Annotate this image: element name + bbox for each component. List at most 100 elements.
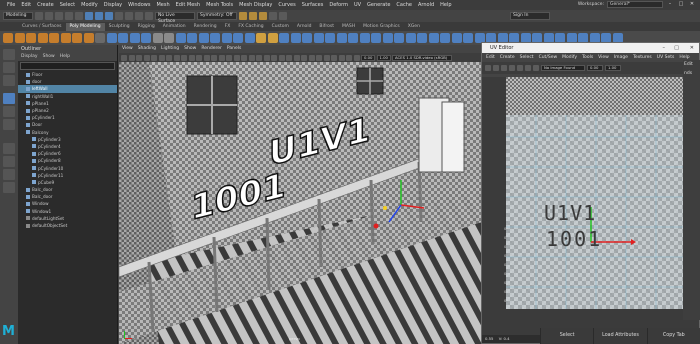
- shelf-tool-icon[interactable]: [371, 33, 381, 43]
- shelf-tool-icon[interactable]: [198, 33, 209, 43]
- menu-display[interactable]: Display: [101, 2, 125, 8]
- uv-texture-icon[interactable]: [525, 65, 531, 71]
- shelf-tool-icon[interactable]: [244, 33, 255, 43]
- uv-value-a[interactable]: 0.00: [587, 65, 603, 71]
- viewport-tool-icon[interactable]: [166, 54, 172, 61]
- shelf-tool-icon[interactable]: [60, 33, 71, 43]
- uv-menu-tools[interactable]: Tools: [582, 53, 593, 62]
- menu-curves[interactable]: Curves: [275, 2, 298, 8]
- shelf-tool-icon[interactable]: [164, 33, 174, 43]
- select-component-icon[interactable]: [105, 12, 113, 20]
- menu-generate[interactable]: Generate: [364, 2, 393, 8]
- outliner-item[interactable]: pCylinder6: [18, 150, 117, 157]
- viewport-tool-icon[interactable]: [248, 54, 255, 61]
- shelf-tool-icon[interactable]: [175, 33, 186, 43]
- viewport-tool-icon[interactable]: [151, 54, 157, 61]
- viewport-tool-icon[interactable]: [241, 54, 247, 61]
- uv-menu-modify[interactable]: Modify: [562, 53, 577, 62]
- sign-in-button[interactable]: Sign In: [510, 12, 550, 20]
- select-tool-icon[interactable]: [3, 49, 15, 60]
- outliner-item[interactable]: pCylinder1: [18, 114, 117, 121]
- viewport-tool-icon[interactable]: [128, 54, 135, 61]
- viewport-menu-renderer[interactable]: Renderer: [201, 45, 222, 53]
- shelf-tab-poly-modeling[interactable]: Poly Modeling: [65, 23, 105, 31]
- outliner-item[interactable]: defaultObjectSet: [18, 222, 117, 229]
- shelf-tool-icon[interactable]: [152, 33, 163, 43]
- paint-select-icon[interactable]: [3, 75, 15, 86]
- menu-arnold[interactable]: Arnold: [415, 2, 437, 8]
- outliner-item[interactable]: pCylinder10: [18, 164, 117, 171]
- shelf-tool-icon[interactable]: [233, 33, 243, 43]
- shelf-tool-icon[interactable]: [83, 33, 94, 43]
- viewport-tool-icon[interactable]: [218, 54, 225, 61]
- outliner-item[interactable]: pCylinder3: [18, 136, 117, 143]
- uv-close-icon[interactable]: ✕: [690, 43, 694, 53]
- uv-menu-select[interactable]: Select: [520, 53, 534, 62]
- colorspace-dropdown[interactable]: ACES 1.0 SDR-video (sRGB): [392, 54, 452, 61]
- shelf-tool-icon[interactable]: [279, 33, 289, 43]
- shelf-tool-icon[interactable]: [336, 33, 347, 43]
- shelf-tab-motion-graphics[interactable]: Motion Graphics: [359, 23, 404, 31]
- viewport-tool-icon[interactable]: [308, 54, 315, 61]
- gamma-field[interactable]: 1.00: [376, 54, 391, 61]
- shelf-tab-curves-surfaces[interactable]: Curves / Surfaces: [18, 23, 66, 31]
- uv-menu-textures[interactable]: Textures: [633, 53, 652, 62]
- render-settings-icon[interactable]: [259, 12, 267, 20]
- viewport-tool-icon[interactable]: [121, 54, 127, 61]
- uv-grid-icon[interactable]: [517, 65, 523, 71]
- viewport-tool-icon[interactable]: [293, 54, 300, 61]
- viewport-tool-icon[interactable]: [286, 54, 292, 61]
- shelf-tab-fx[interactable]: FX: [221, 23, 235, 31]
- shelf-tool-icon[interactable]: [106, 33, 117, 43]
- viewport-tool-icon[interactable]: [263, 54, 270, 61]
- shelf-tool-icon[interactable]: [440, 33, 450, 43]
- snap-point-icon[interactable]: [135, 12, 143, 20]
- redo-icon[interactable]: [75, 12, 83, 20]
- close-icon[interactable]: ✕: [688, 1, 696, 8]
- viewport-tool-icon[interactable]: [338, 54, 345, 61]
- shelf-tool-icon[interactable]: [302, 33, 312, 43]
- viewport-tool-icon[interactable]: [316, 54, 322, 61]
- uv-menu-edit[interactable]: Edit: [486, 53, 495, 62]
- shelf-tool-icon[interactable]: [3, 33, 13, 43]
- shelf-tool-icon[interactable]: [417, 33, 427, 43]
- outliner-menu-display[interactable]: Display: [21, 53, 38, 61]
- outliner-item[interactable]: Window: [18, 200, 117, 207]
- viewport-tool-icon[interactable]: [278, 54, 285, 61]
- shelf-tab-custom[interactable]: Custom: [268, 23, 293, 31]
- uv-minimize-icon[interactable]: –: [663, 43, 666, 53]
- menu-edit[interactable]: Edit: [18, 2, 34, 8]
- shelf-tool-icon[interactable]: [14, 33, 25, 43]
- load-attributes-button[interactable]: Load Attributes: [593, 328, 646, 344]
- maximize-icon[interactable]: □: [677, 1, 685, 8]
- viewport-tool-icon[interactable]: [233, 54, 240, 61]
- viewport-tool-icon[interactable]: [331, 54, 337, 61]
- shelf-tool-icon[interactable]: [451, 33, 462, 43]
- outliner-item[interactable]: pCube9: [18, 179, 117, 186]
- shelf-tool-icon[interactable]: [221, 33, 232, 43]
- shelf-tool-icon[interactable]: [394, 33, 404, 43]
- outliner-item[interactable]: Window1: [18, 208, 117, 215]
- shelf-tool-icon[interactable]: [359, 33, 370, 43]
- outliner-menu-show[interactable]: Show: [43, 53, 55, 61]
- outliner-item[interactable]: Balc_door: [18, 193, 117, 200]
- menu-uv[interactable]: UV: [351, 2, 364, 8]
- viewport-tool-icon[interactable]: [158, 54, 165, 61]
- shelf-tool-icon[interactable]: [72, 33, 82, 43]
- uv-menu-cut-sew[interactable]: Cut/Sew: [539, 53, 558, 62]
- shelf-tool-icon[interactable]: [313, 33, 324, 43]
- uv-checker-icon[interactable]: [533, 65, 539, 71]
- select-object-icon[interactable]: [95, 12, 103, 20]
- viewport-tool-icon[interactable]: [353, 54, 360, 61]
- shelf-tab-sculpting[interactable]: Sculpting: [105, 23, 134, 31]
- shelf-tab-rigging[interactable]: Rigging: [134, 23, 159, 31]
- select-hierarchy-icon[interactable]: [85, 12, 93, 20]
- render-view-icon[interactable]: [279, 12, 287, 20]
- uv-rotate-icon[interactable]: [501, 65, 507, 71]
- outliner-item[interactable]: door: [18, 78, 117, 85]
- shelf-tab-bifrost[interactable]: Bifrost: [315, 23, 338, 31]
- shelf-tool-icon[interactable]: [382, 33, 393, 43]
- shelf-tool-icon[interactable]: [95, 33, 105, 43]
- shelf-tool-icon[interactable]: [118, 33, 128, 43]
- viewport-tool-icon[interactable]: [271, 54, 277, 61]
